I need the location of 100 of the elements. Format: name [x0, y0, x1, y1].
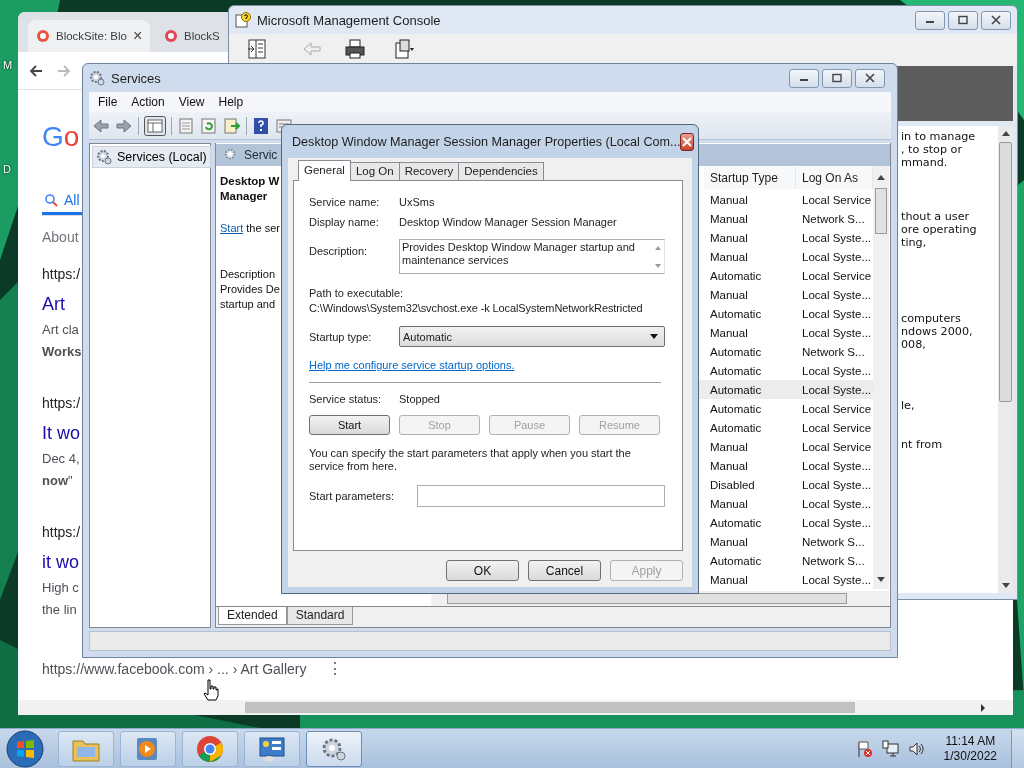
description-text: thout a user ore operating ting, — [901, 210, 978, 249]
vertical-scrollbar[interactable] — [873, 166, 889, 589]
show-hide-tree-icon[interactable] — [246, 38, 268, 60]
minimize-button[interactable] — [789, 68, 819, 88]
browser-tab[interactable]: BlockSite: Blo × — [28, 20, 150, 52]
menu-item[interactable]: Help — [211, 93, 251, 111]
scroll-thumb[interactable] — [999, 142, 1012, 402]
desktop-icon-label: M — [3, 59, 13, 71]
result-snippet: the lin — [42, 601, 77, 619]
minimize-button[interactable] — [915, 10, 945, 30]
action-sentence: Start the ser — [220, 221, 280, 236]
field-label: Service status: — [309, 393, 383, 405]
vertical-scrollbar[interactable] — [998, 126, 1013, 593]
result-url: https:/ — [42, 265, 81, 283]
scroll-up-icon[interactable] — [877, 174, 885, 180]
network-icon[interactable] — [881, 739, 900, 758]
window-title: Services — [111, 70, 161, 86]
close-button[interactable] — [680, 132, 695, 151]
dialog-title: Desktop Window Manager Session Manager Properties (Local Com... — [292, 134, 681, 149]
site-icon — [36, 29, 50, 43]
clock[interactable]: 11:14 AM 1/30/2022 — [943, 733, 997, 764]
result-snippet: now" — [42, 472, 73, 490]
taskbar-app-button[interactable] — [244, 730, 300, 767]
field-label: Startup type: — [309, 330, 373, 343]
view-tab[interactable]: Extended — [218, 607, 287, 625]
help-icon[interactable] — [252, 116, 270, 135]
forward-arrow-icon — [56, 62, 72, 79]
result-snippet: Dec 4, — [42, 450, 80, 468]
result-snippet: High c — [42, 579, 79, 597]
help-document-icon — [235, 12, 251, 28]
action-center-flag-icon[interactable] — [855, 739, 874, 758]
close-button[interactable] — [855, 68, 885, 88]
field-value: C:\Windows\System32\svchost.exe -k LocalSystemNetworkRestricted — [309, 302, 643, 314]
window-title: Microsoft Management Console — [257, 12, 441, 28]
close-icon — [864, 73, 876, 83]
menu-item[interactable]: Action — [124, 93, 172, 111]
desktop-icon-label: D — [3, 163, 11, 175]
help-link[interactable]: Help me configure service startup options. — [309, 359, 515, 371]
forward-arrow-icon[interactable] — [115, 116, 133, 135]
result-snippet: Art cla — [42, 321, 79, 339]
maximize-icon — [831, 73, 843, 83]
taskbar-app-button[interactable] — [306, 730, 362, 767]
console-tree-icon[interactable] — [144, 115, 166, 136]
menu-item[interactable]: File — [91, 93, 125, 111]
scroll-down-icon[interactable] — [877, 577, 885, 583]
view-tab[interactable]: Standard — [286, 607, 354, 625]
pane-title: Servic — [244, 148, 278, 162]
result-snippet: Works — [42, 343, 82, 361]
options-icon[interactable] — [393, 38, 415, 60]
browser-icon — [195, 733, 225, 764]
maximize-button[interactable] — [948, 10, 978, 30]
description-text: computers ndows 2000, 008, — [901, 312, 974, 351]
browser-tab[interactable]: BlockS — [156, 20, 228, 52]
menu-item[interactable]: View — [171, 93, 212, 111]
dialog-tab[interactable]: Recovery — [398, 162, 460, 180]
printer-icon[interactable] — [344, 38, 366, 60]
start-button[interactable] — [5, 728, 45, 768]
more-options-button[interactable]: ⋮ — [324, 660, 345, 678]
scroll-thumb[interactable] — [875, 188, 887, 234]
field-label: Service name: — [309, 196, 381, 208]
result-url: https://www.facebook.com › ... › Art Gallery — [42, 660, 307, 678]
dialog-tab[interactable]: Dependencies — [458, 162, 544, 180]
gear-icon — [96, 149, 112, 165]
start-parameters-field[interactable] — [417, 485, 665, 507]
description-text: nt from — [901, 438, 944, 451]
logo: Go — [42, 120, 80, 154]
dialog-button[interactable]: Cancel — [528, 560, 601, 581]
scroll-up-icon[interactable] — [1001, 130, 1010, 136]
back-arrow-icon[interactable] — [92, 116, 110, 135]
start-link[interactable]: Start — [220, 222, 244, 234]
maximize-button[interactable] — [822, 68, 852, 88]
column-header[interactable]: Log On As — [796, 167, 873, 189]
result-url: https:/ — [42, 394, 81, 412]
tree-item[interactable]: Services (Local) — [92, 146, 211, 168]
taskbar-app-button[interactable] — [182, 730, 238, 767]
field-label: Start parameters: — [309, 490, 395, 502]
right-arrow-icon[interactable] — [979, 703, 987, 712]
close-button[interactable] — [981, 10, 1011, 30]
startup-type-dropdown[interactable]: Automatic — [399, 326, 665, 347]
field-value: Stopped — [399, 393, 440, 405]
dialog-tab[interactable]: Log On — [349, 162, 400, 180]
description-field[interactable]: Provides Desktop Window Manager startup and maintenance services — [399, 239, 665, 274]
horizontal-scrollbar[interactable] — [18, 700, 1013, 715]
control-panel-icon — [257, 734, 287, 763]
result-title-link[interactable]: it wo — [42, 550, 79, 574]
taskbar-app-button[interactable] — [120, 730, 176, 767]
field-label: Display name: — [309, 216, 380, 228]
gear-icon — [224, 148, 238, 162]
dialog-tab[interactable]: General — [298, 160, 351, 181]
service-title: Desktop W Manager — [220, 174, 280, 204]
export-list-icon[interactable] — [223, 116, 241, 135]
dialog-button[interactable]: OK — [446, 560, 519, 581]
hand-cursor-icon — [203, 679, 219, 701]
column-header[interactable]: Startup Type — [704, 167, 796, 189]
scroll-down-icon[interactable] — [1001, 583, 1010, 589]
result-title-link[interactable]: It wo — [42, 421, 80, 445]
refresh-icon[interactable] — [200, 116, 218, 135]
result-count: About — [42, 228, 79, 246]
result-title-link[interactable]: Art — [42, 292, 65, 316]
service-control-button[interactable]: Start — [309, 415, 390, 435]
